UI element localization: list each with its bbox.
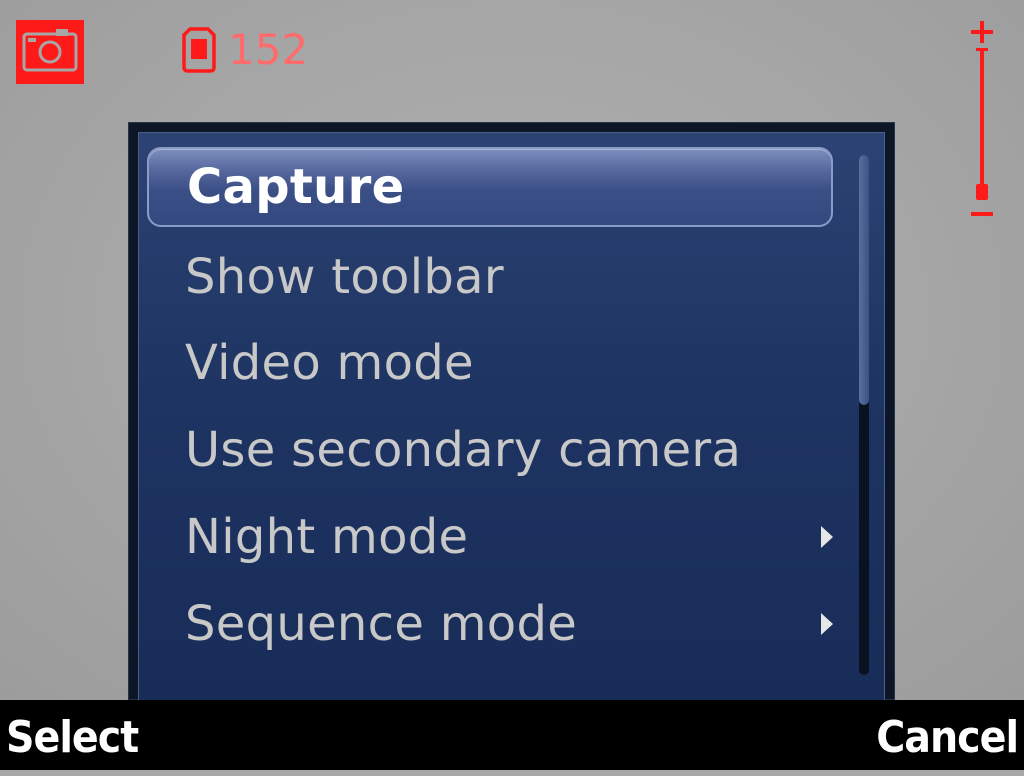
menu-item-label: Use secondary camera xyxy=(185,422,742,478)
camera-icon xyxy=(16,20,84,84)
menu-scrollbar-thumb[interactable] xyxy=(859,155,869,405)
menu-item-label: Capture xyxy=(187,159,405,215)
menu-item-use-secondary-camera[interactable]: Use secondary camera xyxy=(147,410,833,490)
menu-item-night-mode[interactable]: Night mode xyxy=(147,497,833,577)
image-counter: 152 xyxy=(182,24,308,76)
zoom-plus-icon xyxy=(971,21,993,43)
menu-item-label: Night mode xyxy=(185,509,469,565)
zoom-indicator[interactable] xyxy=(968,18,998,228)
menu-item-video-mode[interactable]: Video mode xyxy=(147,323,833,403)
menu-item-show-toolbar[interactable]: Show toolbar xyxy=(147,237,833,317)
memory-card-icon xyxy=(182,27,216,73)
menu-item-label: Sequence mode xyxy=(185,596,578,652)
select-softkey[interactable]: Select xyxy=(6,700,139,770)
options-menu-list: Capture Show toolbar Video mode Use seco… xyxy=(138,132,885,700)
menu-scrollbar[interactable] xyxy=(859,155,869,675)
zoom-level-marker xyxy=(976,184,988,200)
camera-viewfinder: 152 Capture Show toolbar Video mode Use … xyxy=(0,0,1024,700)
softkey-bar: Select Cancel xyxy=(0,700,1024,770)
menu-item-sequence-mode[interactable]: Sequence mode xyxy=(147,584,833,664)
submenu-arrow-icon xyxy=(821,613,833,635)
cancel-softkey[interactable]: Cancel xyxy=(876,700,1019,770)
zoom-minus-icon xyxy=(971,212,993,216)
options-menu: Capture Show toolbar Video mode Use seco… xyxy=(128,122,895,700)
images-remaining-count: 152 xyxy=(228,25,309,74)
menu-item-label: Show toolbar xyxy=(185,249,504,305)
menu-item-label: Video mode xyxy=(185,335,474,391)
submenu-arrow-icon xyxy=(821,526,833,548)
menu-item-capture[interactable]: Capture xyxy=(147,147,833,227)
